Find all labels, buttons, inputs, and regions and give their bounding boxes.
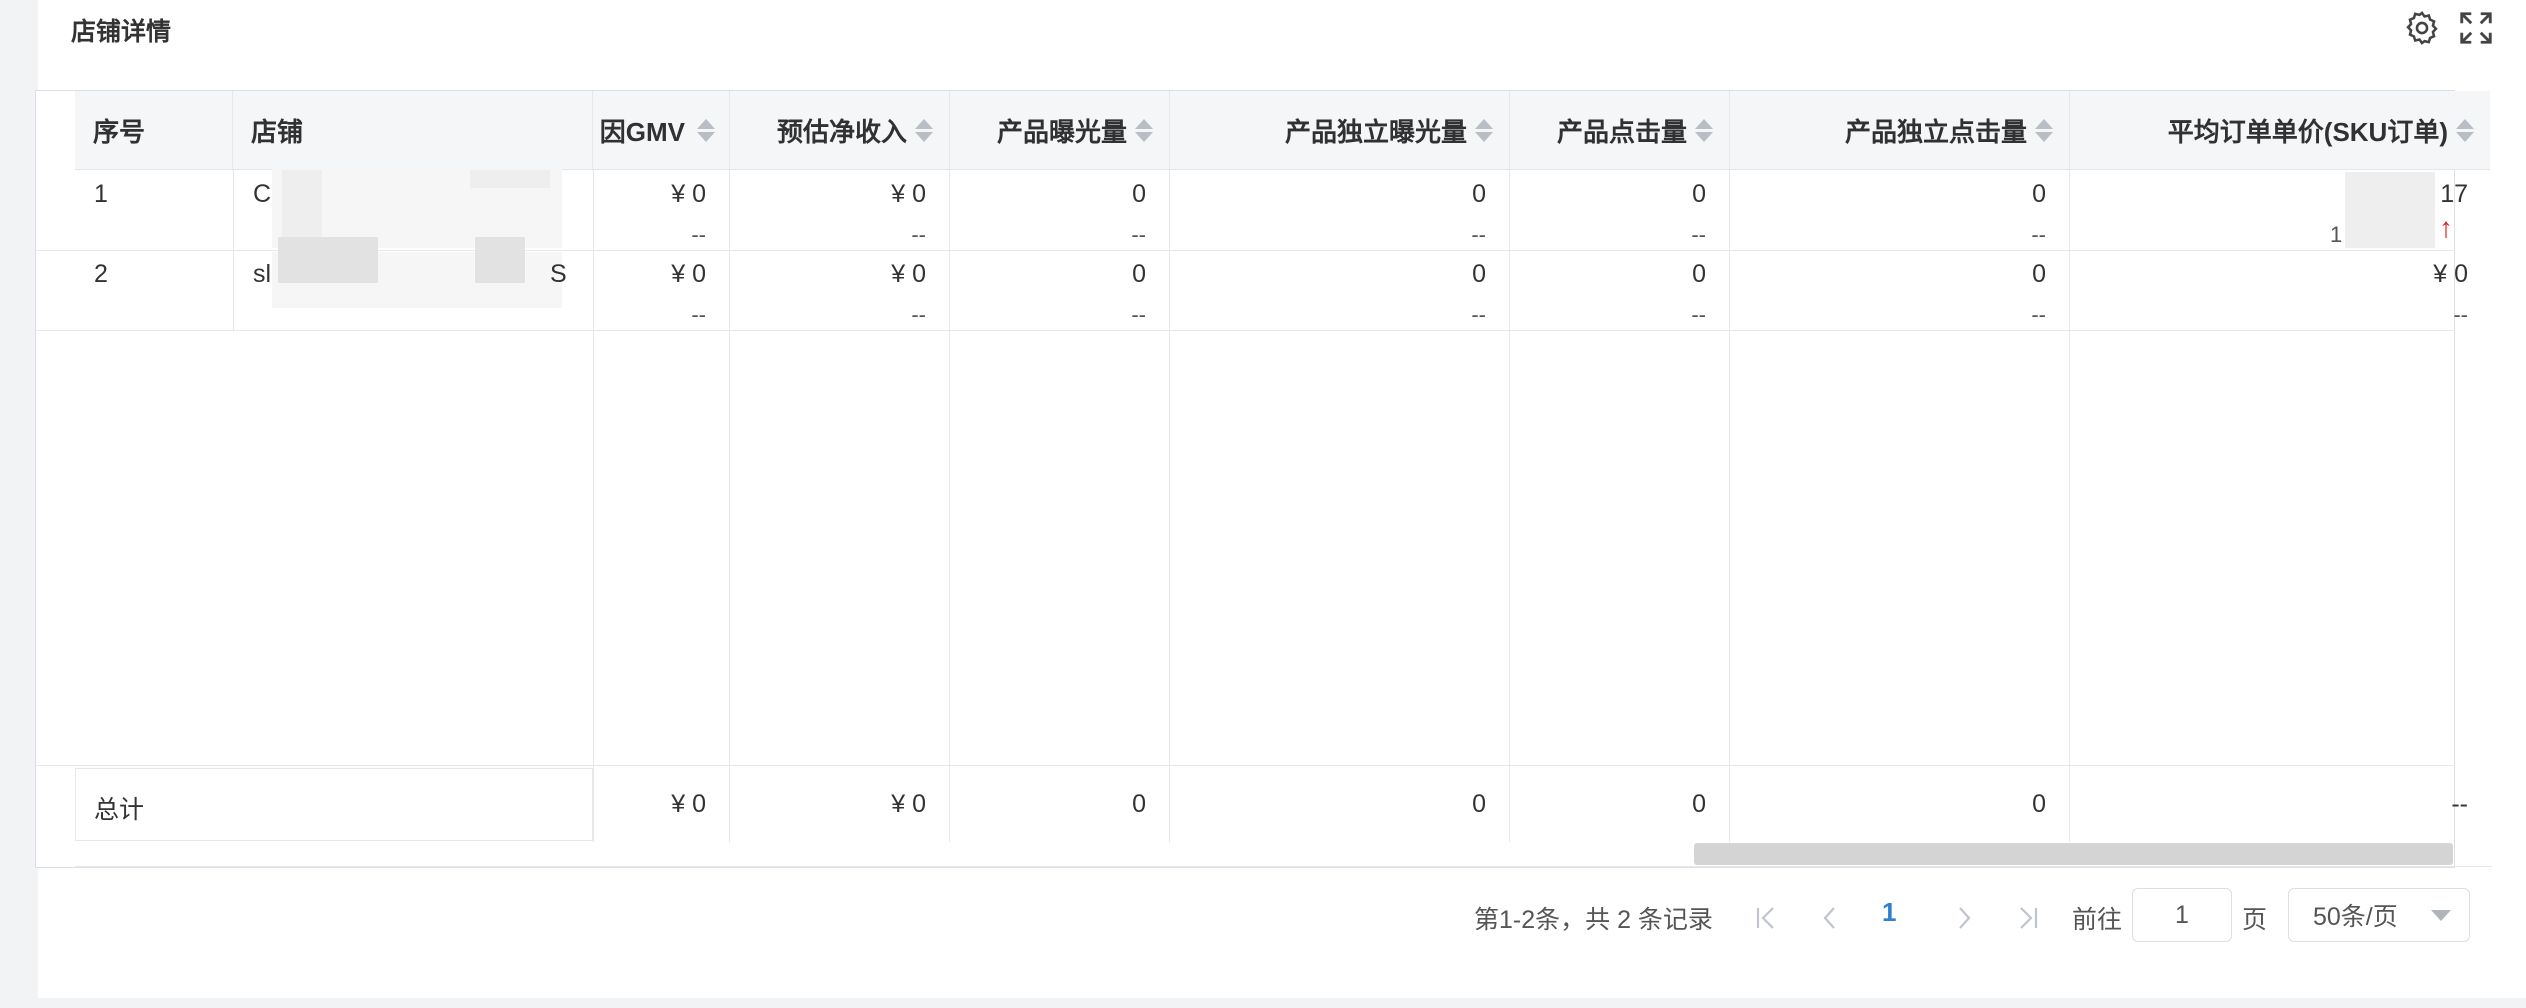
exposure-compare: -- bbox=[1131, 302, 1146, 327]
unique-exposure-value: 0 bbox=[1472, 260, 1486, 288]
sort-icon[interactable] bbox=[1695, 118, 1713, 142]
page-size-select[interactable]: 50条/页 bbox=[2288, 888, 2470, 942]
clicks-compare: -- bbox=[1691, 222, 1706, 247]
column-header-clicks[interactable]: 产品点击量 bbox=[1510, 91, 1730, 170]
goto-label: 前往 bbox=[2072, 906, 2123, 934]
column-header-shop: 店铺 bbox=[233, 91, 593, 170]
unique-clicks-value: 0 bbox=[2032, 180, 2046, 208]
last-page-icon bbox=[2020, 907, 2038, 929]
sort-icon[interactable] bbox=[697, 118, 715, 142]
goto-page-input[interactable] bbox=[2132, 888, 2232, 942]
page-size-value: 50条/页 bbox=[2313, 903, 2398, 931]
shop-name[interactable]: sl bbox=[253, 260, 271, 289]
sort-icon[interactable] bbox=[915, 118, 933, 142]
fullscreen-icon[interactable] bbox=[2456, 8, 2496, 48]
column-header-unique-clicks[interactable]: 产品独立点击量 bbox=[1730, 91, 2070, 170]
net-income-compare: -- bbox=[911, 222, 926, 247]
net-income-value: ¥ 0 bbox=[891, 180, 926, 208]
avg-price-compare: -- bbox=[2453, 302, 2468, 327]
gmv-compare: -- bbox=[691, 302, 706, 327]
first-page-button[interactable] bbox=[1746, 895, 1786, 941]
gmv-compare: -- bbox=[691, 222, 706, 247]
row-index: 1 bbox=[94, 180, 108, 208]
horizontal-scrollbar[interactable] bbox=[1694, 843, 2453, 865]
sort-icon[interactable] bbox=[1135, 118, 1153, 142]
chevron-right-icon bbox=[1959, 907, 1971, 929]
chevron-left-icon bbox=[1823, 907, 1835, 929]
first-page-icon bbox=[1756, 907, 1774, 929]
net-income-compare: -- bbox=[911, 302, 926, 327]
column-header-unique-exposure[interactable]: 产品独立曝光量 bbox=[1170, 91, 1510, 170]
row-index: 2 bbox=[94, 260, 108, 288]
redacted-block bbox=[278, 237, 378, 283]
redacted-block bbox=[470, 170, 550, 188]
exposure-compare: -- bbox=[1131, 222, 1146, 247]
clicks-value: 0 bbox=[1692, 180, 1706, 208]
sort-icon[interactable] bbox=[2456, 118, 2474, 142]
gmv-value: ¥ 0 bbox=[671, 260, 706, 288]
exposure-value: 0 bbox=[1132, 260, 1146, 288]
unique-exposure-compare: -- bbox=[1471, 222, 1486, 247]
exposure-value: 0 bbox=[1132, 180, 1146, 208]
total-avg-price: -- bbox=[2451, 790, 2468, 818]
unique-exposure-compare: -- bbox=[1471, 302, 1486, 327]
redacted-block bbox=[475, 237, 525, 283]
unique-exposure-value: 0 bbox=[1472, 180, 1486, 208]
total-net-income: ¥ 0 bbox=[891, 790, 926, 818]
total-label: 总计 bbox=[94, 796, 145, 824]
panel-title: 店铺详情 bbox=[71, 18, 172, 46]
column-header-avg-price[interactable]: 平均订单单价(SKU订单) bbox=[2070, 91, 2490, 170]
shop-name-suffix: S bbox=[550, 260, 567, 288]
next-page-button[interactable] bbox=[1944, 895, 1984, 941]
column-header-net-income[interactable]: 预估净收入 bbox=[730, 91, 950, 170]
total-clicks: 0 bbox=[1692, 790, 1706, 818]
sort-icon[interactable] bbox=[2035, 118, 2053, 142]
shop-name[interactable]: C bbox=[253, 180, 271, 209]
last-page-button[interactable] bbox=[2008, 895, 2048, 941]
caret-down-icon bbox=[2431, 910, 2451, 921]
page-number-current[interactable]: 1 bbox=[1882, 897, 1896, 928]
avg-price-compare: 1 bbox=[2330, 222, 2343, 247]
total-unique-exposure: 0 bbox=[1472, 790, 1486, 818]
unique-clicks-compare: -- bbox=[2031, 302, 2046, 327]
pagination-summary: 第1-2条，共 2 条记录 bbox=[1474, 906, 1713, 934]
sort-icon[interactable] bbox=[1475, 118, 1493, 142]
total-unique-clicks: 0 bbox=[2032, 790, 2046, 818]
gmv-value: ¥ 0 bbox=[671, 180, 706, 208]
gear-icon[interactable] bbox=[2402, 8, 2442, 48]
unique-clicks-compare: -- bbox=[2031, 222, 2046, 247]
clicks-compare: -- bbox=[1691, 302, 1706, 327]
net-income-value: ¥ 0 bbox=[891, 260, 926, 288]
column-header-gmv[interactable]: 因GMV bbox=[593, 91, 730, 170]
clicks-value: 0 bbox=[1692, 260, 1706, 288]
avg-price-value: 17 bbox=[2440, 180, 2468, 208]
column-header-index: 序号 bbox=[75, 91, 233, 170]
prev-page-button[interactable] bbox=[1810, 895, 1850, 941]
total-exposure: 0 bbox=[1132, 790, 1146, 818]
total-gmv: ¥ 0 bbox=[671, 790, 706, 818]
column-header-exposure[interactable]: 产品曝光量 bbox=[950, 91, 1170, 170]
trend-up-icon: ↑ bbox=[2439, 212, 2453, 243]
page-unit-label: 页 bbox=[2242, 906, 2268, 934]
avg-price-value: ¥ 0 bbox=[2433, 260, 2468, 288]
unique-clicks-value: 0 bbox=[2032, 260, 2046, 288]
